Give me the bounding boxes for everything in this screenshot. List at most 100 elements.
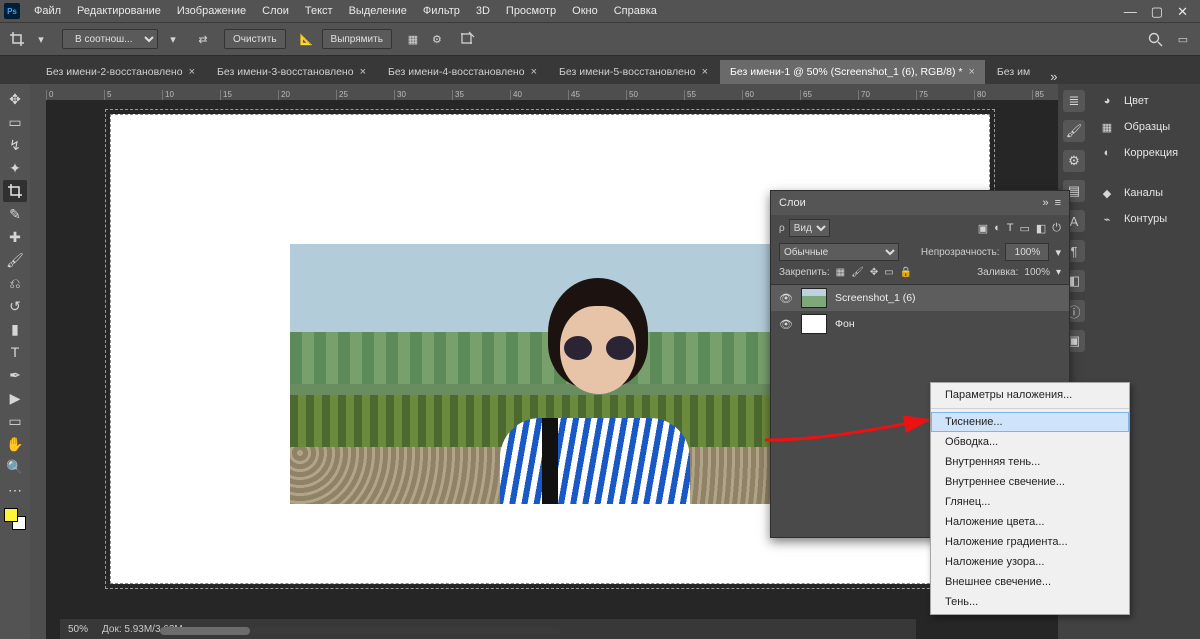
pen-tool-icon[interactable]: ✒ <box>3 364 27 386</box>
lasso-tool-icon[interactable]: ↯ <box>3 134 27 156</box>
menu-window[interactable]: Окно <box>564 5 606 17</box>
lock-all-icon[interactable]: 🔒 <box>900 267 912 278</box>
zoom-tool-icon[interactable]: 🔍 <box>3 456 27 478</box>
brushes-panel-icon[interactable]: 🖌 <box>1063 120 1085 142</box>
marquee-tool-icon[interactable]: ▭ <box>3 111 27 133</box>
panel-paths[interactable]: ⌁ Контуры <box>1090 206 1200 232</box>
close-icon[interactable]: × <box>360 66 366 78</box>
zoom-level[interactable]: 50% <box>68 624 88 635</box>
doc-tab[interactable]: Без имени-2-восстановлено× <box>36 60 205 84</box>
panel-swatches[interactable]: ▦ Образцы <box>1090 114 1200 140</box>
doc-tab[interactable]: Без имени-5-восстановлено× <box>549 60 718 84</box>
opacity-value[interactable]: 100% <box>1005 243 1049 261</box>
path-select-tool-icon[interactable]: ▶ <box>3 387 27 409</box>
healing-brush-tool-icon[interactable]: ✚ <box>3 226 27 248</box>
filter-type-icon[interactable]: T <box>1007 222 1014 235</box>
blend-mode-select[interactable]: Обычные <box>779 243 899 261</box>
layers-panel-header[interactable]: Слои » ≡ <box>771 191 1069 215</box>
shape-tool-icon[interactable]: ▭ <box>3 410 27 432</box>
doc-tab[interactable]: Без имени-3-восстановлено× <box>207 60 376 84</box>
menu-item-blend-options[interactable]: Параметры наложения... <box>931 385 1129 405</box>
menu-item-bevel-emboss[interactable]: Тиснение... <box>931 412 1129 432</box>
collapse-icon[interactable]: » <box>1042 197 1048 209</box>
menu-item-inner-shadow[interactable]: Внутренняя тень... <box>931 452 1129 472</box>
panel-color[interactable]: ◕ Цвет <box>1090 88 1200 114</box>
history-panel-icon[interactable]: ≣ <box>1063 90 1085 112</box>
menu-filter[interactable]: Фильтр <box>415 5 468 17</box>
menu-help[interactable]: Справка <box>606 5 665 17</box>
panel-adjustments[interactable]: ◐ Коррекция <box>1090 140 1200 166</box>
menu-item-stroke[interactable]: Обводка... <box>931 432 1129 452</box>
menu-item-inner-glow[interactable]: Внутреннее свечение... <box>931 472 1129 492</box>
filter-image-icon[interactable]: ▣ <box>978 222 988 235</box>
fill-value[interactable]: 100% <box>1024 267 1050 278</box>
history-brush-tool-icon[interactable]: ↺ <box>3 295 27 317</box>
brush-tool-icon[interactable]: 🖌 <box>3 249 27 271</box>
gradient-tool-icon[interactable]: ▮ <box>3 318 27 340</box>
filter-smart-icon[interactable]: ◧ <box>1036 222 1046 235</box>
filter-adjust-icon[interactable]: ◐ <box>994 222 1001 235</box>
gear-icon[interactable]: ⚙ <box>428 30 446 48</box>
panel-menu-icon[interactable]: ≡ <box>1055 197 1061 209</box>
window-close-icon[interactable]: ✕ <box>1177 5 1188 18</box>
menu-item-color-overlay[interactable]: Наложение цвета... <box>931 512 1129 532</box>
edit-toolbar-icon[interactable]: ⋯ <box>3 479 27 501</box>
lock-pixels-icon[interactable]: ▦ <box>836 267 845 278</box>
filter-toggle-icon[interactable]: ⏻ <box>1052 222 1061 235</box>
close-icon[interactable]: × <box>531 66 537 78</box>
aspect-ratio-select[interactable]: В соотнош... <box>62 29 158 49</box>
scrollbar-horizontal[interactable] <box>160 627 560 635</box>
menu-item-satin[interactable]: Глянец... <box>931 492 1129 512</box>
lock-artboard-icon[interactable]: ▭ <box>884 267 893 278</box>
clear-button[interactable]: Очистить <box>224 29 286 49</box>
search-icon[interactable] <box>1146 30 1164 48</box>
menu-file[interactable]: Файл <box>26 5 69 17</box>
menu-item-pattern-overlay[interactable]: Наложение узора... <box>931 552 1129 572</box>
chevron-down-icon[interactable]: ▾ <box>164 30 182 48</box>
window-maximize-icon[interactable]: ▢ <box>1151 5 1163 18</box>
visibility-icon[interactable]: 👁 <box>779 292 793 305</box>
brush-settings-panel-icon[interactable]: ⚙ <box>1063 150 1085 172</box>
chevron-down-icon[interactable]: ▾ <box>1055 246 1061 259</box>
menu-item-gradient-overlay[interactable]: Наложение градиента... <box>931 532 1129 552</box>
magic-wand-tool-icon[interactable]: ✦ <box>3 157 27 179</box>
layer-name[interactable]: Фон <box>835 318 855 330</box>
menu-layers[interactable]: Слои <box>254 5 297 17</box>
doc-tab-active[interactable]: Без имени-1 @ 50% (Screenshot_1 (6), RGB… <box>720 60 985 84</box>
layer-thumbnail[interactable] <box>801 314 827 334</box>
menu-item-outer-glow[interactable]: Внешнее свечение... <box>931 572 1129 592</box>
doc-tab[interactable]: Без им <box>987 60 1040 84</box>
foreground-color-swatch[interactable] <box>4 508 18 522</box>
tabs-overflow-icon[interactable]: » <box>1044 69 1063 84</box>
menu-image[interactable]: Изображение <box>169 5 254 17</box>
swap-icon[interactable]: ⇄ <box>194 30 212 48</box>
window-minimize-icon[interactable]: — <box>1124 5 1137 18</box>
filter-shape-icon[interactable]: ▭ <box>1019 222 1029 235</box>
chevron-down-icon[interactable]: ▾ <box>1056 267 1061 278</box>
visibility-icon[interactable]: 👁 <box>779 318 793 331</box>
move-tool-icon[interactable]: ✥ <box>3 88 27 110</box>
layer-row[interactable]: 👁 Фон <box>771 311 1069 337</box>
menu-view[interactable]: Просмотр <box>498 5 564 17</box>
menu-text[interactable]: Текст <box>297 5 341 17</box>
straighten-button[interactable]: Выпрямить <box>322 29 392 49</box>
menu-edit[interactable]: Редактирование <box>69 5 169 17</box>
eyedropper-tool-icon[interactable]: ✎ <box>3 203 27 225</box>
layer-name[interactable]: Screenshot_1 (6) <box>835 292 916 304</box>
color-swatch[interactable] <box>4 508 26 530</box>
grid-overlay-icon[interactable]: ▦ <box>404 30 422 48</box>
doc-tab[interactable]: Без имени-4-восстановлено× <box>378 60 547 84</box>
chevron-down-icon[interactable]: ▾ <box>32 30 50 48</box>
hand-tool-icon[interactable]: ✋ <box>3 433 27 455</box>
panel-toggle-icon[interactable]: ▭ <box>1174 30 1192 48</box>
menu-item-drop-shadow[interactable]: Тень... <box>931 592 1129 612</box>
layer-thumbnail[interactable] <box>801 288 827 308</box>
close-icon[interactable]: × <box>702 66 708 78</box>
layer-filter-type[interactable]: Вид <box>789 219 830 237</box>
crop-tool-icon[interactable] <box>3 180 27 202</box>
menu-select[interactable]: Выделение <box>341 5 415 17</box>
crop-delete-icon[interactable] <box>458 30 476 48</box>
menu-3d[interactable]: 3D <box>468 5 498 17</box>
layer-row[interactable]: 👁 Screenshot_1 (6) <box>771 285 1069 311</box>
close-icon[interactable]: × <box>968 66 974 78</box>
